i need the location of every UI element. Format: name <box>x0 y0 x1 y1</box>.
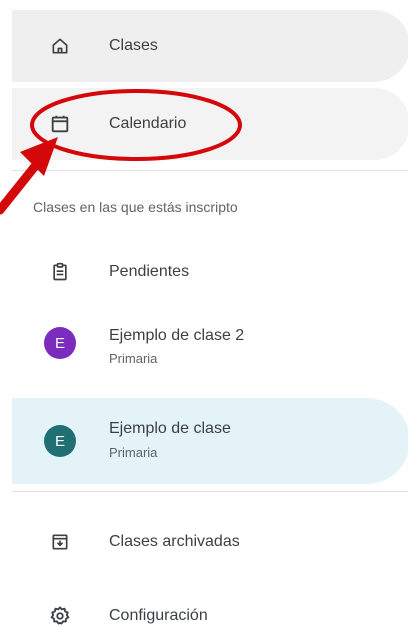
calendar-icon <box>44 108 76 140</box>
nav-item-label: Pendientes <box>109 263 190 280</box>
nav-item-pendientes[interactable]: Pendientes <box>12 236 408 308</box>
avatar-wrapper: E <box>44 425 76 457</box>
nav-item-clases-archivadas[interactable]: Clases archivadas <box>12 506 408 578</box>
archive-icon <box>44 526 76 558</box>
class-section: Primaria <box>109 351 158 366</box>
gear-icon <box>44 600 76 627</box>
class-section: Primaria <box>109 445 158 460</box>
class-name: Ejemplo de clase <box>109 420 231 437</box>
divider <box>12 491 408 492</box>
class-name: Ejemplo de clase 2 <box>109 327 245 344</box>
divider <box>12 170 408 171</box>
nav-item-clases[interactable]: Clases <box>12 10 408 82</box>
section-title: Clases en las que estás inscripto <box>33 199 238 215</box>
nav-item-label: Clases archivadas <box>109 533 240 550</box>
nav-item-ejemplo-de-clase[interactable]: E Ejemplo de clase Primaria <box>12 398 408 484</box>
navigation-drawer: Clases Calendario Clases en las que está… <box>0 0 408 627</box>
avatar: E <box>44 327 76 359</box>
nav-item-label: Clases <box>109 37 158 54</box>
home-icon <box>44 30 76 62</box>
avatar-wrapper: E <box>44 327 76 359</box>
nav-item-configuracion[interactable]: Configuración <box>12 580 408 627</box>
nav-item-calendario[interactable]: Calendario <box>12 88 408 160</box>
assignment-icon <box>44 256 76 288</box>
nav-item-label: Calendario <box>109 115 187 132</box>
nav-item-label: Configuración <box>109 607 208 624</box>
nav-item-ejemplo-de-clase-2[interactable]: E Ejemplo de clase 2 Primaria <box>12 307 408 379</box>
avatar: E <box>44 425 76 457</box>
